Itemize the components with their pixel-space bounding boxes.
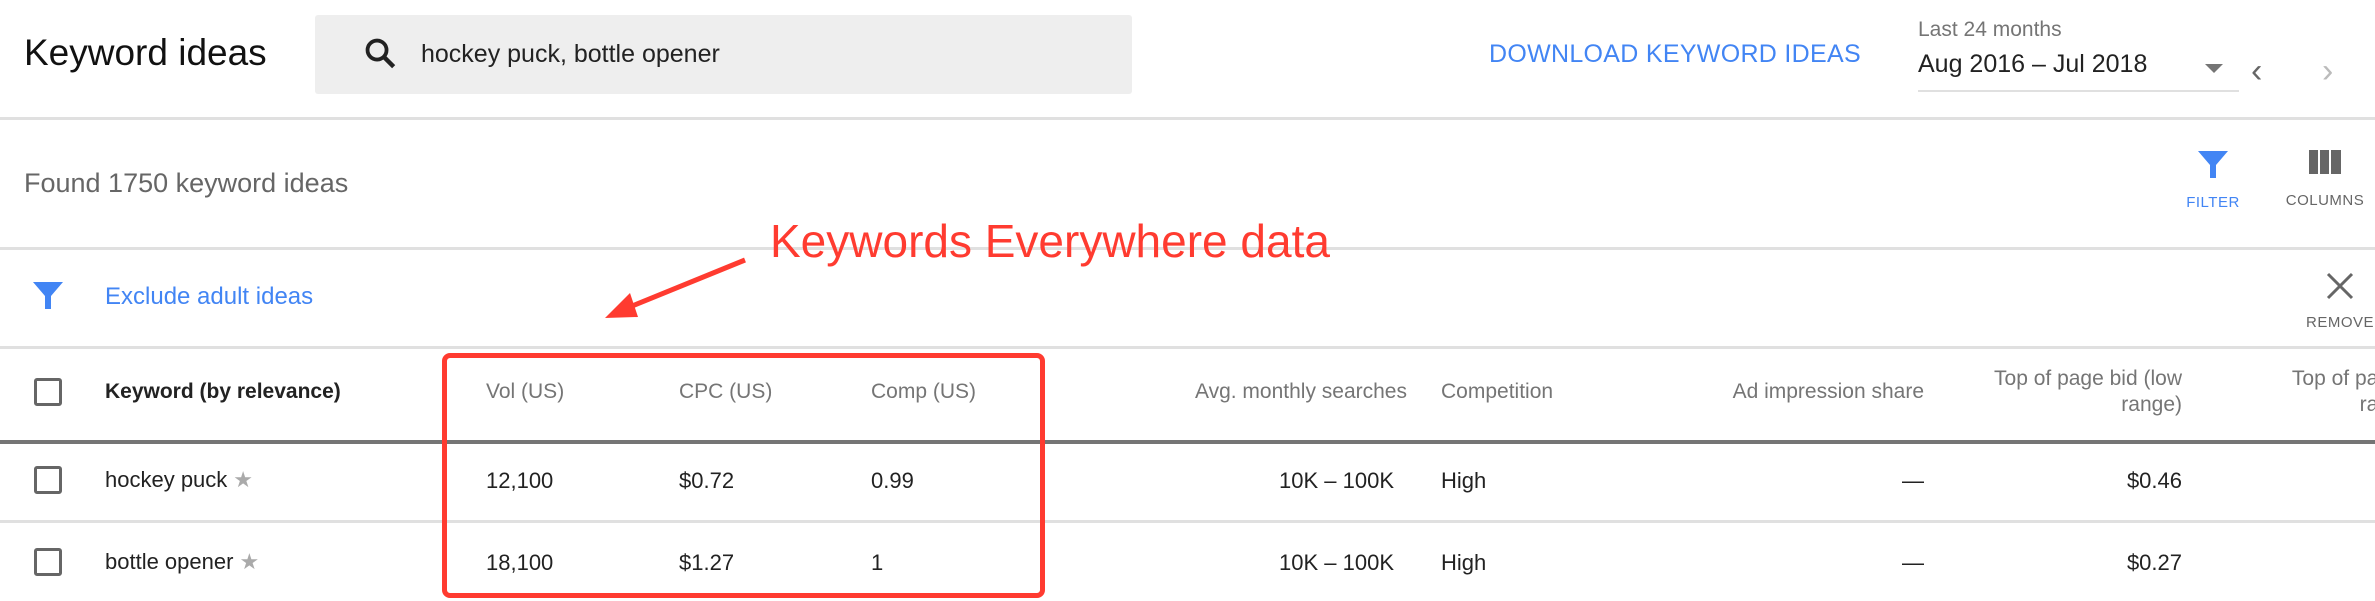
divider (0, 117, 2375, 120)
keyword: hockey puck (105, 467, 228, 492)
remove-label: REMOVE (2305, 314, 2374, 331)
avg-monthly-searches: 10K – 100K (1279, 468, 1394, 493)
competition: High (1441, 550, 1487, 575)
results-count: Found 1750 keyword ideas (24, 168, 349, 198)
ad-impression-share: — (1902, 468, 1924, 493)
chevron-right-icon[interactable]: › (2322, 52, 2333, 91)
star-icon[interactable]: ★ (233, 467, 253, 492)
top-bid-low: $0.27 (2126, 550, 2182, 575)
close-icon (2326, 272, 2354, 300)
star-icon[interactable]: ★ (239, 549, 259, 574)
column-header-keyword[interactable]: Keyword (by relevance) (105, 379, 341, 405)
columns-icon (2309, 150, 2341, 174)
columns-button[interactable]: COLUMNS (2280, 150, 2370, 209)
filter-label: FILTER (2186, 194, 2240, 211)
page-title: Keyword ideas (24, 32, 267, 73)
row-checkbox[interactable] (34, 466, 62, 494)
arrow-icon (605, 257, 746, 318)
filter-button[interactable]: FILTER (2170, 150, 2256, 211)
chevron-left-icon[interactable]: ‹ (2251, 52, 2262, 91)
top-bid-low: $0.46 (2126, 468, 2182, 493)
dropdown-arrow-icon (2205, 64, 2223, 73)
select-all-checkbox[interactable] (34, 378, 62, 406)
annotation-label: Keywords Everywhere data (770, 215, 1330, 267)
columns-label: COLUMNS (2285, 192, 2365, 209)
divider (0, 520, 2375, 523)
column-header-ad-impression-share[interactable]: Ad impression share (1733, 379, 1924, 405)
date-range-select[interactable]: Aug 2016 – Jul 2018 (1918, 50, 2239, 92)
download-keyword-ideas-button[interactable]: DOWNLOAD KEYWORD IDEAS (1489, 40, 1861, 69)
filter-icon (2198, 151, 2228, 178)
column-header-top-bid-low[interactable]: Top of page bid (low range) (1942, 366, 2182, 418)
row-checkbox[interactable] (34, 548, 62, 576)
competition: High (1441, 468, 1487, 493)
filter-icon (33, 282, 63, 309)
keyword: bottle opener (105, 549, 234, 574)
divider (0, 346, 2375, 349)
ad-impression-share: — (1902, 550, 1924, 575)
column-header-competition[interactable]: Competition (1441, 379, 1553, 405)
header-divider (0, 440, 2375, 444)
exclude-adult-ideas-filter[interactable]: Exclude adult ideas (105, 283, 313, 311)
search-icon (365, 38, 396, 69)
date-range-value: Aug 2016 – Jul 2018 (1918, 50, 2148, 78)
highlight-box (442, 353, 1045, 598)
search-query[interactable]: hockey puck, bottle opener (421, 40, 720, 69)
avg-monthly-searches: 10K – 100K (1279, 550, 1394, 575)
remove-filter-button[interactable]: REMOVE (2300, 272, 2375, 331)
date-range-label: Last 24 months (1918, 18, 2062, 41)
column-header-avg-monthly-searches[interactable]: Avg. monthly searches (1195, 379, 1407, 405)
column-header-top-bid-high[interactable]: Top of page bid (high range) (2270, 366, 2375, 418)
search-input[interactable]: hockey puck, bottle opener (315, 15, 1132, 94)
